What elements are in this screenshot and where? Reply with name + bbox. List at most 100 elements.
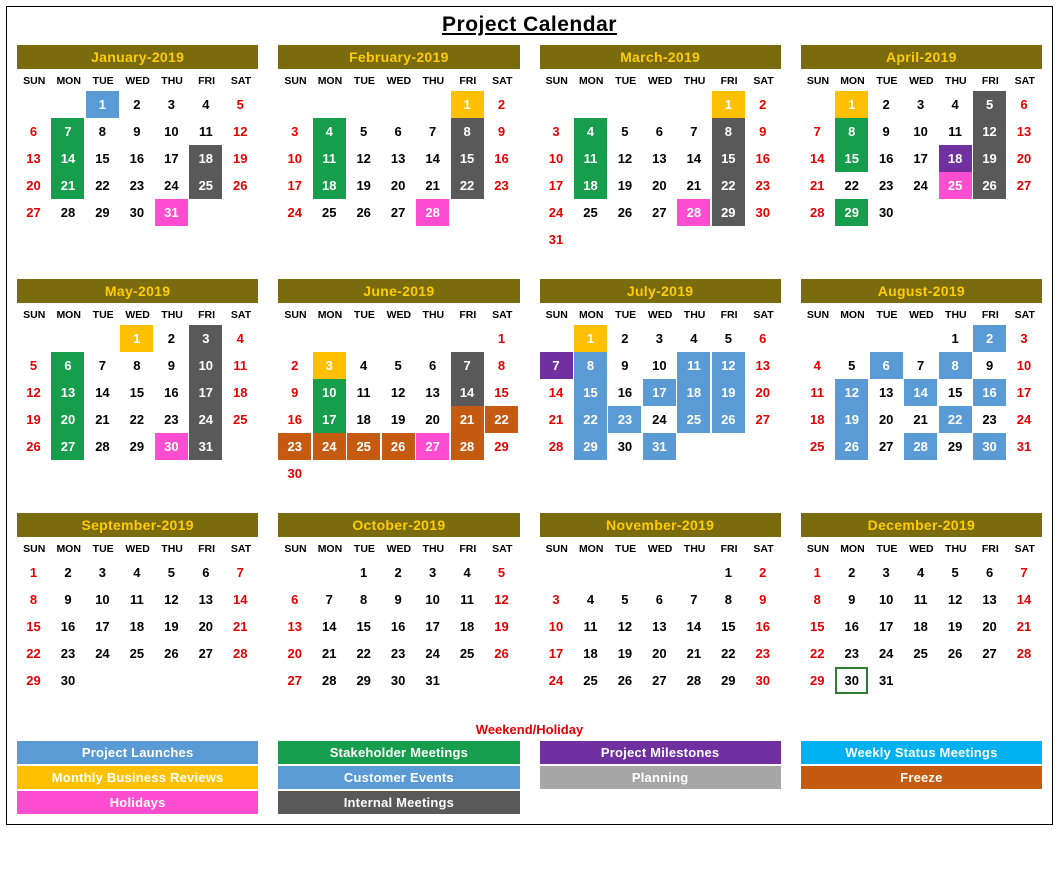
day-cell[interactable]: 12 bbox=[608, 613, 641, 640]
day-cell[interactable]: 4 bbox=[801, 352, 834, 379]
day-cell[interactable]: 3 bbox=[86, 559, 119, 586]
day-cell[interactable]: 17 bbox=[278, 172, 311, 199]
day-cell[interactable]: 25 bbox=[939, 172, 972, 199]
day-cell[interactable]: 27 bbox=[643, 667, 676, 694]
day-cell[interactable]: 2 bbox=[120, 91, 153, 118]
day-cell[interactable]: 7 bbox=[904, 352, 937, 379]
day-cell[interactable]: 14 bbox=[451, 379, 484, 406]
day-cell[interactable]: 17 bbox=[86, 613, 119, 640]
day-cell[interactable]: 27 bbox=[643, 199, 676, 226]
day-cell[interactable]: 17 bbox=[540, 640, 573, 667]
day-cell[interactable]: 2 bbox=[870, 91, 903, 118]
day-cell[interactable]: 10 bbox=[189, 352, 222, 379]
day-cell[interactable]: 3 bbox=[189, 325, 222, 352]
day-cell[interactable]: 11 bbox=[904, 586, 937, 613]
day-cell[interactable]: 17 bbox=[904, 145, 937, 172]
day-cell[interactable]: 18 bbox=[574, 640, 607, 667]
day-cell[interactable]: 26 bbox=[382, 433, 415, 460]
day-cell[interactable]: 29 bbox=[17, 667, 50, 694]
day-cell[interactable]: 1 bbox=[86, 91, 119, 118]
day-cell[interactable]: 13 bbox=[189, 586, 222, 613]
day-cell[interactable]: 1 bbox=[574, 325, 607, 352]
day-cell[interactable]: 21 bbox=[224, 613, 257, 640]
day-cell[interactable]: 18 bbox=[224, 379, 257, 406]
day-cell[interactable]: 19 bbox=[224, 145, 257, 172]
day-cell[interactable]: 4 bbox=[574, 586, 607, 613]
day-cell[interactable]: 5 bbox=[608, 586, 641, 613]
day-cell[interactable]: 7 bbox=[677, 118, 710, 145]
day-cell[interactable]: 15 bbox=[835, 145, 868, 172]
day-cell[interactable]: 28 bbox=[677, 199, 710, 226]
day-cell[interactable]: 21 bbox=[451, 406, 484, 433]
day-cell[interactable]: 6 bbox=[416, 352, 449, 379]
day-cell[interactable]: 4 bbox=[939, 91, 972, 118]
day-cell[interactable]: 14 bbox=[1008, 586, 1041, 613]
day-cell[interactable]: 31 bbox=[540, 226, 573, 253]
day-cell[interactable]: 7 bbox=[86, 352, 119, 379]
day-cell[interactable]: 22 bbox=[347, 640, 380, 667]
day-cell[interactable]: 9 bbox=[120, 118, 153, 145]
day-cell[interactable]: 26 bbox=[939, 640, 972, 667]
day-cell[interactable]: 1 bbox=[451, 91, 484, 118]
day-cell[interactable]: 16 bbox=[608, 379, 641, 406]
day-cell[interactable]: 18 bbox=[904, 613, 937, 640]
day-cell[interactable]: 21 bbox=[1008, 613, 1041, 640]
day-cell[interactable]: 9 bbox=[746, 586, 779, 613]
day-cell[interactable]: 1 bbox=[485, 325, 518, 352]
day-cell[interactable]: 8 bbox=[120, 352, 153, 379]
day-cell[interactable]: 17 bbox=[870, 613, 903, 640]
day-cell[interactable]: 7 bbox=[677, 586, 710, 613]
day-cell[interactable]: 13 bbox=[278, 613, 311, 640]
day-cell[interactable]: 11 bbox=[574, 145, 607, 172]
day-cell[interactable]: 14 bbox=[801, 145, 834, 172]
day-cell[interactable]: 13 bbox=[416, 379, 449, 406]
day-cell[interactable]: 26 bbox=[608, 667, 641, 694]
day-cell[interactable]: 24 bbox=[540, 199, 573, 226]
day-cell[interactable]: 29 bbox=[347, 667, 380, 694]
day-cell[interactable]: 17 bbox=[1008, 379, 1041, 406]
day-cell[interactable]: 23 bbox=[870, 172, 903, 199]
day-cell[interactable]: 3 bbox=[278, 118, 311, 145]
day-cell[interactable]: 10 bbox=[643, 352, 676, 379]
day-cell[interactable]: 5 bbox=[712, 325, 745, 352]
day-cell[interactable]: 23 bbox=[382, 640, 415, 667]
day-cell[interactable]: 5 bbox=[224, 91, 257, 118]
day-cell[interactable]: 30 bbox=[120, 199, 153, 226]
day-cell[interactable]: 24 bbox=[1008, 406, 1041, 433]
day-cell[interactable]: 14 bbox=[313, 613, 346, 640]
day-cell[interactable]: 1 bbox=[712, 91, 745, 118]
day-cell[interactable]: 9 bbox=[485, 118, 518, 145]
day-cell[interactable]: 29 bbox=[939, 433, 972, 460]
day-cell[interactable]: 24 bbox=[278, 199, 311, 226]
day-cell[interactable]: 3 bbox=[904, 91, 937, 118]
day-cell[interactable]: 25 bbox=[120, 640, 153, 667]
day-cell[interactable]: 10 bbox=[155, 118, 188, 145]
day-cell[interactable]: 20 bbox=[189, 613, 222, 640]
day-cell[interactable]: 9 bbox=[973, 352, 1006, 379]
day-cell[interactable]: 20 bbox=[278, 640, 311, 667]
day-cell[interactable]: 28 bbox=[313, 667, 346, 694]
day-cell[interactable]: 17 bbox=[189, 379, 222, 406]
day-cell[interactable]: 21 bbox=[86, 406, 119, 433]
day-cell[interactable]: 3 bbox=[643, 325, 676, 352]
day-cell[interactable]: 2 bbox=[51, 559, 84, 586]
day-cell[interactable]: 7 bbox=[313, 586, 346, 613]
day-cell[interactable]: 24 bbox=[86, 640, 119, 667]
day-cell[interactable]: 20 bbox=[643, 640, 676, 667]
day-cell[interactable]: 21 bbox=[904, 406, 937, 433]
day-cell[interactable]: 2 bbox=[485, 91, 518, 118]
day-cell[interactable]: 5 bbox=[155, 559, 188, 586]
day-cell[interactable]: 8 bbox=[835, 118, 868, 145]
day-cell[interactable]: 30 bbox=[973, 433, 1006, 460]
day-cell[interactable]: 8 bbox=[712, 118, 745, 145]
day-cell[interactable]: 5 bbox=[835, 352, 868, 379]
day-cell[interactable]: 22 bbox=[801, 640, 834, 667]
day-cell[interactable]: 24 bbox=[870, 640, 903, 667]
day-cell[interactable]: 6 bbox=[973, 559, 1006, 586]
day-cell[interactable]: 25 bbox=[904, 640, 937, 667]
day-cell[interactable]: 16 bbox=[485, 145, 518, 172]
day-cell[interactable]: 8 bbox=[939, 352, 972, 379]
day-cell[interactable]: 14 bbox=[416, 145, 449, 172]
day-cell[interactable]: 1 bbox=[939, 325, 972, 352]
day-cell[interactable]: 1 bbox=[120, 325, 153, 352]
